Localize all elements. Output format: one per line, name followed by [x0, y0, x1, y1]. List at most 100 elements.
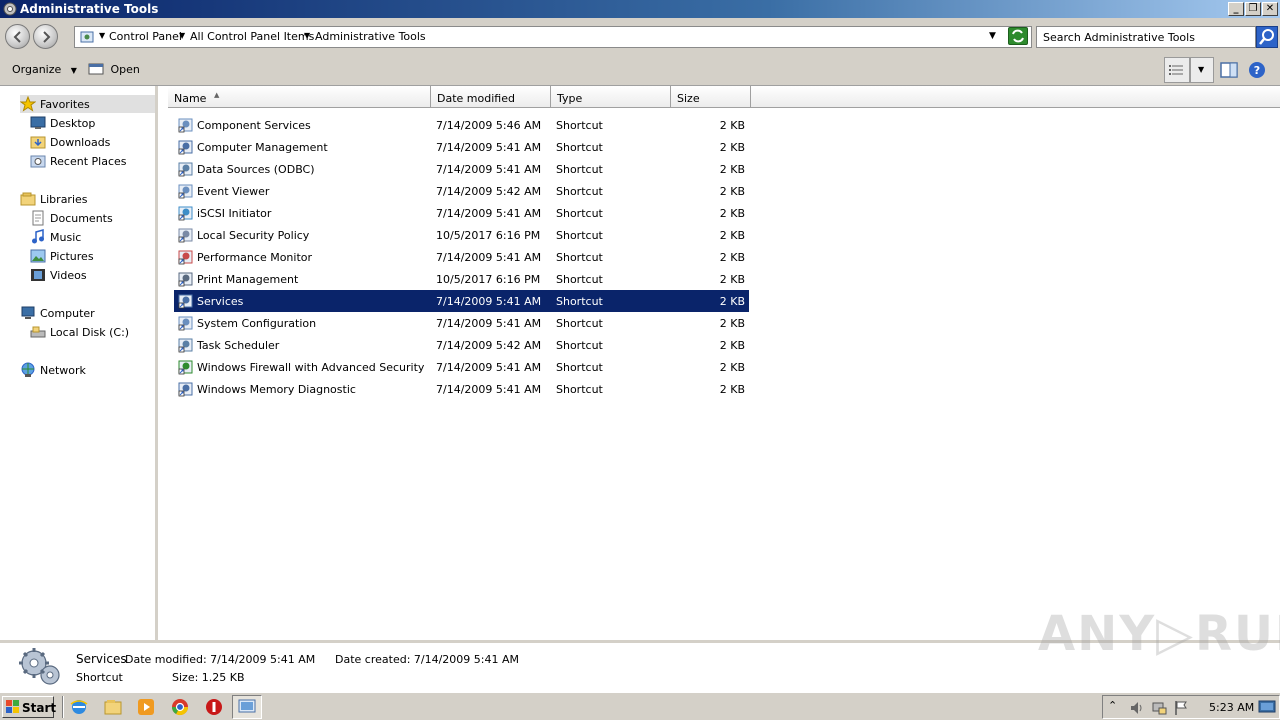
refresh-button[interactable] — [1008, 27, 1028, 45]
title-bar[interactable]: Administrative Tools _ ❐ ✕ — [0, 0, 1280, 18]
view-dropdown-button[interactable]: ▼ — [1190, 57, 1214, 83]
file-row[interactable]: Services 7/14/2009 5:41 AM Shortcut 2 KB — [174, 290, 749, 312]
search-button[interactable] — [1256, 26, 1278, 48]
nav-network-label: Network — [40, 364, 86, 377]
file-row[interactable]: Component Services 7/14/2009 5:46 AM Short… — [174, 114, 749, 136]
chevron-down-icon[interactable]: ▼ — [179, 31, 185, 40]
file-size: 2 KB — [719, 141, 745, 154]
file-type: Shortcut — [556, 119, 603, 132]
nav-favorites[interactable]: Favorites — [20, 95, 155, 113]
restore-button[interactable]: ❐ — [1245, 2, 1261, 16]
file-row[interactable]: Print Management 10/5/2017 6:16 PM Shortcu… — [174, 268, 749, 290]
watermark-logo: ANY▷RUN — [1038, 606, 1280, 662]
file-row[interactable]: Windows Memory Diagnostic 7/14/2009 5:41 … — [174, 378, 749, 400]
crumb-control-panel[interactable]: Control Panel — [109, 30, 182, 43]
address-bar[interactable]: ▼ Control Panel ▼ All Control Panel Item… — [74, 26, 1032, 48]
file-date-modified: 7/14/2009 5:41 AM — [436, 163, 542, 176]
chevron-right-icon[interactable]: ▼ — [99, 31, 105, 40]
media-player-icon[interactable] — [137, 698, 155, 716]
action-center-flag-icon[interactable] — [1173, 700, 1189, 716]
admin-tools-icon — [3, 2, 17, 16]
preview-pane-icon[interactable] — [1220, 62, 1238, 78]
star-icon — [20, 96, 36, 112]
windows-logo-icon — [6, 700, 19, 713]
file-row[interactable]: Performance Monitor 7/14/2009 5:41 AM Shor… — [174, 246, 749, 268]
taskbar-control-panel-button[interactable] — [232, 695, 262, 719]
file-type: Shortcut — [556, 229, 603, 242]
crumb-all-items[interactable]: All Control Panel Items — [190, 30, 314, 43]
file-name: Computer Management — [197, 141, 328, 154]
column-header-name[interactable]: Name ▲ — [168, 86, 431, 108]
details-date-modified: Date modified: 7/14/2009 5:41 AM — [125, 653, 316, 666]
stop-icon[interactable] — [205, 698, 223, 716]
column-header-size[interactable]: Size — [671, 86, 751, 108]
navigation-pane: Favorites Desktop Downloads Recent Place… — [0, 86, 158, 640]
start-button[interactable]: Start — [2, 696, 56, 718]
pictures-icon — [30, 249, 46, 263]
file-explorer-icon[interactable] — [104, 698, 122, 716]
file-row[interactable]: Windows Firewall with Advanced Security 7… — [174, 356, 749, 378]
chrome-icon[interactable] — [171, 698, 189, 716]
file-row[interactable]: Computer Management 7/14/2009 5:41 AM Shor… — [174, 136, 749, 158]
organize-label: Organize — [12, 63, 62, 76]
open-label: Open — [110, 63, 140, 76]
file-size: 2 KB — [719, 361, 745, 374]
nav-desktop-label: Desktop — [50, 117, 96, 130]
back-button[interactable] — [5, 24, 30, 49]
file-type: Shortcut — [556, 251, 603, 264]
nav-documents-label: Documents — [50, 212, 113, 225]
crumb-admin-tools[interactable]: Administrative Tools — [315, 30, 426, 43]
file-date-modified: 7/14/2009 5:41 AM — [436, 317, 542, 330]
network-status-icon[interactable] — [1151, 700, 1167, 716]
shortcut-icon — [178, 206, 193, 221]
column-name-label: Name — [174, 92, 207, 105]
show-hidden-icons-icon[interactable]: ⌃ — [1108, 699, 1117, 712]
file-size: 2 KB — [719, 185, 745, 198]
file-name: Task Scheduler — [197, 339, 280, 352]
minimize-button[interactable]: _ — [1228, 2, 1244, 16]
file-row[interactable]: Task Scheduler 7/14/2009 5:42 AM Shortcut 2… — [174, 334, 749, 356]
downloads-folder-icon — [30, 136, 46, 149]
file-name: Event Viewer — [197, 185, 270, 198]
file-size: 2 KB — [719, 207, 745, 220]
file-date-modified: 7/14/2009 5:41 AM — [436, 361, 542, 374]
open-button[interactable]: Open — [88, 63, 140, 76]
chevron-down-icon[interactable]: ▼ — [304, 31, 310, 40]
column-header-filler — [751, 86, 1280, 108]
organize-button[interactable]: Organize ▼ — [12, 63, 77, 76]
file-row[interactable]: Local Security Policy 10/5/2017 6:16 PM Sh… — [174, 224, 749, 246]
history-dropdown-icon[interactable]: ▼ — [989, 31, 996, 41]
address-row: ▼ Control Panel ▼ All Control Panel Item… — [0, 18, 1280, 54]
file-row[interactable]: Data Sources (ODBC) 7/14/2009 5:41 AM Shor… — [174, 158, 749, 180]
search-icon — [1259, 29, 1274, 45]
libraries-icon — [20, 192, 36, 206]
search-input[interactable]: Search Administrative Tools — [1036, 26, 1256, 48]
clock[interactable]: 5:23 AM — [1209, 701, 1254, 714]
column-header-type[interactable]: Type — [551, 86, 671, 108]
nav-music-label: Music — [50, 231, 82, 244]
hard-disk-icon — [30, 326, 46, 338]
file-row[interactable]: System Configuration 7/14/2009 5:41 AM Sho… — [174, 312, 749, 334]
view-options-button[interactable] — [1164, 57, 1190, 83]
file-type: Shortcut — [556, 317, 603, 330]
file-row[interactable]: iSCSI Initiator 7/14/2009 5:41 AM Shortcut… — [174, 202, 749, 224]
volume-icon[interactable] — [1129, 700, 1145, 716]
details-size: Size: 1.25 KB — [172, 671, 245, 684]
file-name: Component Services — [197, 119, 311, 132]
forward-button[interactable] — [33, 24, 58, 49]
file-size: 2 KB — [719, 163, 745, 176]
file-type: Shortcut — [556, 163, 603, 176]
column-header-date-modified[interactable]: Date modified — [431, 86, 551, 108]
help-icon[interactable]: ? — [1248, 61, 1266, 79]
show-desktop-icon[interactable] — [1258, 699, 1276, 715]
file-name: Windows Firewall with Advanced Security — [197, 361, 425, 374]
computer-icon — [21, 306, 35, 319]
videos-icon — [31, 269, 45, 281]
close-button[interactable]: ✕ — [1262, 2, 1278, 16]
window-title: Administrative Tools — [20, 2, 159, 16]
internet-explorer-icon[interactable] — [70, 698, 88, 716]
nav-libraries-label: Libraries — [40, 193, 88, 206]
file-date-modified: 10/5/2017 6:16 PM — [436, 229, 541, 242]
file-row[interactable]: Event Viewer 7/14/2009 5:42 AM Shortcut 2 K… — [174, 180, 749, 202]
file-size: 2 KB — [719, 317, 745, 330]
